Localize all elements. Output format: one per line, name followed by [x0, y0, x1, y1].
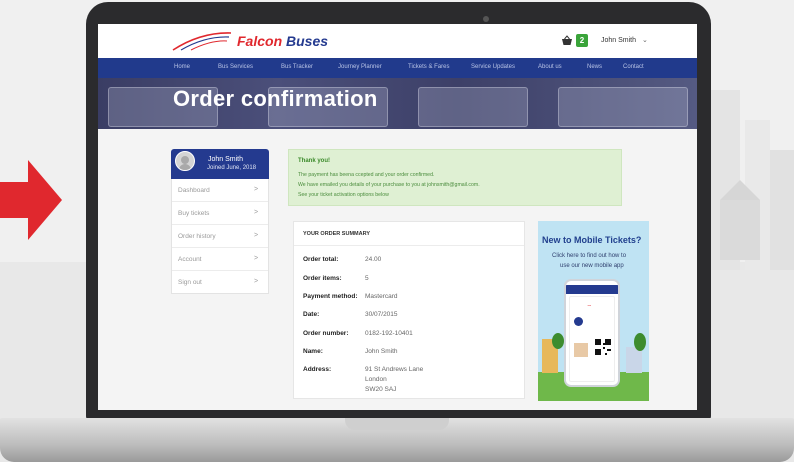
brand-word-falcon: Falcon	[237, 33, 283, 49]
chevron-right-icon: >	[254, 186, 259, 193]
phone-photo-icon	[574, 343, 588, 357]
sidebar-item-label: Account	[178, 256, 202, 263]
sidebar-item-buy-tickets[interactable]: Buy tickets >	[172, 202, 268, 225]
account-sidebar: Dashboard > Buy tickets > Order history …	[171, 179, 269, 294]
summary-label: Date:	[303, 311, 320, 318]
sidebar-item-sign-out[interactable]: Sign out >	[172, 271, 268, 294]
chevron-right-icon: >	[254, 209, 259, 216]
order-summary-card: YOUR ORDER SUMMARY Order total: 24.00 Or…	[293, 221, 525, 399]
summary-value-order-total: 24.00	[365, 256, 382, 263]
chevron-down-icon[interactable]: ⌄	[642, 36, 648, 44]
summary-label: Address:	[303, 366, 332, 373]
nav-item-tickets-fares[interactable]: Tickets & Fares	[408, 64, 449, 70]
nav-item-home[interactable]: Home	[174, 64, 190, 70]
summary-label: Order total:	[303, 256, 339, 263]
qr-code-icon	[595, 339, 611, 355]
sidebar-item-label: Sign out	[178, 279, 202, 286]
phone-avatar	[574, 317, 583, 326]
order-summary-title: YOUR ORDER SUMMARY	[303, 231, 371, 237]
user-menu-name[interactable]: John Smith	[601, 37, 636, 44]
sidebar-item-label: Dashboard	[178, 187, 210, 194]
laptop-camera	[483, 16, 489, 22]
laptop-notch	[345, 418, 449, 430]
summary-value-name: John Smith	[365, 348, 398, 355]
promo-text: use our new mobile app	[560, 263, 624, 269]
chevron-right-icon: >	[254, 232, 259, 239]
tree-illustration	[634, 333, 646, 351]
phone-app-bar	[566, 285, 618, 294]
hero-bus-image	[418, 87, 528, 127]
alert-message: The payment has beena ccepted and your o…	[298, 172, 435, 178]
summary-label: Payment method:	[303, 293, 358, 300]
sidebar-item-order-history[interactable]: Order history >	[172, 225, 268, 248]
chevron-right-icon: >	[254, 255, 259, 262]
nav-item-bus-services[interactable]: Bus Services	[218, 64, 253, 70]
falcon-logo-icon[interactable]	[171, 30, 233, 52]
summary-value-order-number: 0182-192-10401	[365, 330, 413, 337]
summary-label: Order number:	[303, 330, 349, 337]
nav-item-service-updates[interactable]: Service Updates	[471, 64, 515, 70]
nav-item-journey-planner[interactable]: Journey Planner	[338, 64, 382, 70]
success-alert: Thank you! The payment has beena ccepted…	[288, 149, 622, 206]
chevron-right-icon: >	[254, 278, 259, 285]
website-screen: Falcon Buses 2 John Smith ⌄ Home Bus Ser…	[98, 24, 697, 410]
alert-message: We have emailed you details of your purc…	[298, 182, 480, 188]
tree-illustration	[552, 333, 564, 349]
alert-message: See your ticket activation options below	[298, 192, 389, 198]
basket-icon[interactable]	[561, 35, 573, 46]
mobile-app-phone-illustration: ⌒	[564, 279, 620, 387]
avatar-body	[179, 164, 191, 170]
nav-item-news[interactable]: News	[587, 64, 602, 70]
page-title: Order confirmation	[173, 86, 378, 111]
summary-value-address-city: London	[365, 376, 387, 383]
brand-logo[interactable]: Falcon Buses	[237, 33, 328, 49]
basket-count-badge[interactable]: 2	[576, 34, 588, 47]
alert-title: Thank you!	[298, 158, 331, 164]
mobile-tickets-promo[interactable]: New to Mobile Tickets? Click here to fin…	[538, 221, 649, 401]
summary-value-address-postcode: SW20 SAJ	[365, 386, 397, 393]
promo-title: New to Mobile Tickets?	[542, 235, 642, 245]
sidebar-item-dashboard[interactable]: Dashboard >	[172, 179, 268, 202]
summary-value-address: 91 St Andrews Lane	[365, 366, 424, 373]
avatar-head	[181, 156, 189, 164]
nav-item-about-us[interactable]: About us	[538, 64, 562, 70]
summary-label: Order items:	[303, 275, 342, 282]
summary-value-date: 30/07/2015	[365, 311, 398, 318]
phone-logo-icon: ⌒	[587, 305, 591, 309]
profile-name: John Smith	[208, 156, 244, 163]
sidebar-item-label: Buy tickets	[178, 210, 210, 217]
brand-word-buses: Buses	[286, 33, 329, 49]
order-summary-header: YOUR ORDER SUMMARY	[294, 222, 524, 246]
main-nav: Home Bus Services Bus Tracker Journey Pl…	[98, 58, 697, 78]
hero-bus-image	[558, 87, 688, 127]
profile-joined-date: Joined June, 2018	[207, 165, 257, 171]
hero-banner: Order confirmation	[98, 78, 697, 129]
summary-label: Name:	[303, 348, 323, 355]
site-header: Falcon Buses 2 John Smith ⌄	[98, 24, 697, 58]
promo-text: Click here to find out how to	[552, 253, 627, 259]
nav-item-contact[interactable]: Contact	[623, 64, 644, 70]
sidebar-item-label: Order history	[178, 233, 216, 240]
nav-item-bus-tracker[interactable]: Bus Tracker	[281, 64, 313, 70]
profile-card: John Smith Joined June, 2018	[171, 149, 269, 179]
summary-value-order-items: 5	[365, 275, 369, 282]
sidebar-item-account[interactable]: Account >	[172, 248, 268, 271]
red-arrow-icon	[0, 160, 62, 240]
avatar[interactable]	[175, 151, 195, 171]
phone-ticket-card: ⌒	[569, 296, 615, 382]
summary-value-payment-method: Mastercard	[365, 293, 398, 300]
